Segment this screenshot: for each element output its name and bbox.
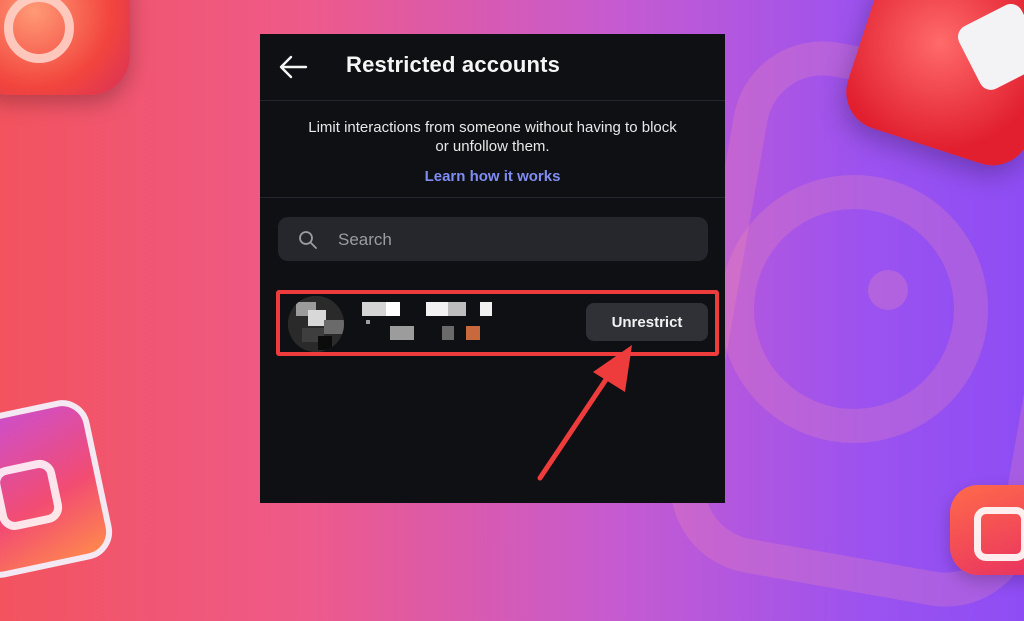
learn-how-link[interactable]: Learn how it works xyxy=(260,168,725,185)
background-logo-dot xyxy=(868,270,908,310)
search-input[interactable] xyxy=(336,217,690,263)
page-title: Restricted accounts xyxy=(346,52,561,77)
arrow-left-icon[interactable] xyxy=(278,54,308,80)
search-icon xyxy=(298,230,318,255)
instagram-3d-icon xyxy=(0,0,130,95)
unrestrict-button[interactable]: Unrestrict xyxy=(586,303,708,341)
description-text: Limit interactions from someone without … xyxy=(308,119,677,155)
info-section: Limit interactions from someone without … xyxy=(260,101,725,198)
background-logo-ring xyxy=(720,175,988,443)
restricted-account-row[interactable]: Unrestrict xyxy=(276,290,719,356)
header-bar: Restricted accounts xyxy=(260,34,725,101)
instagram-3d-icon xyxy=(950,485,1024,575)
search-bar[interactable] xyxy=(278,217,708,263)
avatar[interactable] xyxy=(288,296,344,352)
restricted-accounts-screen: Restricted accounts Limit interactions f… xyxy=(260,34,725,503)
instagram-3d-icon xyxy=(0,395,118,583)
